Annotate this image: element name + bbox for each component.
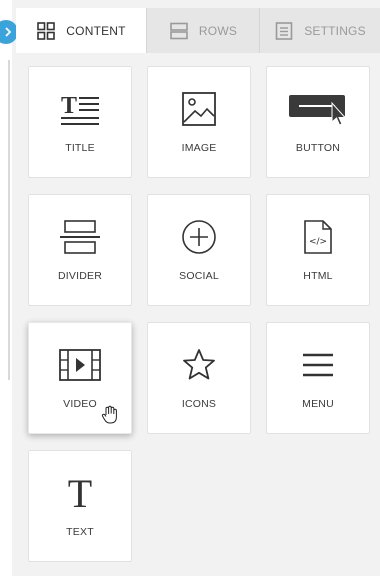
divider-icon [60,220,100,254]
button-icon [289,95,347,126]
hand-cursor-icon [101,405,117,424]
chevron-right-icon [5,27,12,37]
tab-bar: CONTENT ROWS SETTINGS [16,8,380,53]
star-icon [183,349,215,380]
block-title-label: TITLE [65,142,95,154]
block-icons[interactable]: ICONS [147,322,251,434]
block-title[interactable]: T TITLE [28,66,132,178]
block-image[interactable]: IMAGE [147,66,251,178]
content-blocks-grid: T TITLE IMAGE BUTTON DIVIDER SOCIAL </> … [16,53,380,576]
svg-text:T: T [68,473,92,513]
rail-divider [8,60,10,380]
image-icon [182,92,216,126]
block-button[interactable]: BUTTON [266,66,370,178]
block-image-label: IMAGE [181,142,217,154]
text-t-icon: T [68,473,92,513]
block-button-label: BUTTON [295,142,341,154]
tab-rows[interactable]: ROWS [146,8,259,53]
block-html[interactable]: </> HTML [266,194,370,306]
left-rail [0,0,12,576]
block-menu[interactable]: MENU [266,322,370,434]
block-divider[interactable]: DIVIDER [28,194,132,306]
tab-settings-label: SETTINGS [304,23,366,38]
block-video[interactable]: VIDEO [28,322,132,434]
block-divider-label: DIVIDER [58,270,102,282]
html-file-icon: </> [304,220,332,254]
settings-document-icon [275,21,293,40]
tab-content[interactable]: CONTENT [16,8,146,53]
grid-icon [37,21,56,40]
plus-circle-icon [182,220,216,254]
block-text-label: TEXT [66,526,94,538]
block-menu-label: MENU [302,398,334,410]
block-text[interactable]: T TEXT [28,450,132,562]
block-icons-label: ICONS [181,398,217,410]
video-film-icon [59,349,101,381]
svg-text:</>: </> [309,237,327,247]
tab-rows-label: ROWS [198,23,238,38]
svg-text:T: T [61,93,77,119]
title-text-icon: T [61,93,99,125]
block-html-label: HTML [303,270,333,282]
block-social[interactable]: SOCIAL [147,194,251,306]
tab-content-label: CONTENT [66,23,126,38]
hamburger-menu-icon [303,353,333,377]
tab-settings[interactable]: SETTINGS [259,8,380,53]
block-social-label: SOCIAL [179,270,219,282]
rows-icon [170,22,188,39]
